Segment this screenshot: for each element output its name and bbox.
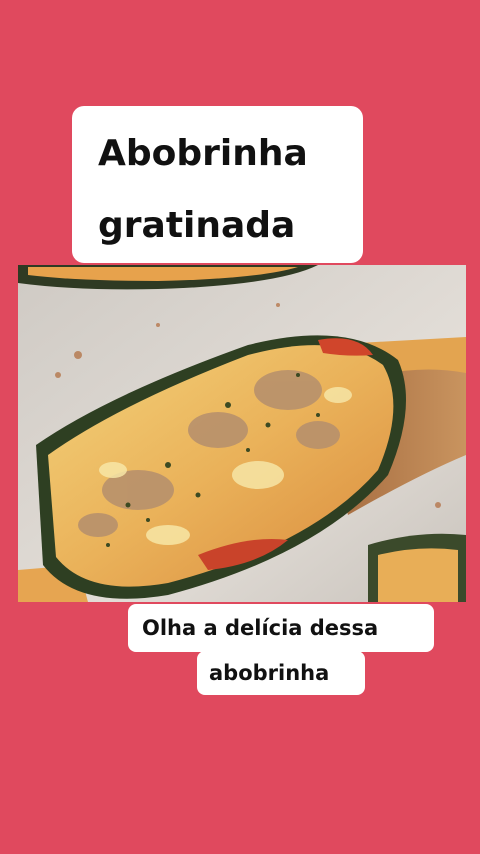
food-photo bbox=[18, 265, 466, 602]
caption-line-2: abobrinha bbox=[209, 661, 330, 685]
title-line-1: Abobrinha bbox=[98, 133, 308, 174]
caption-line-1-box: Olha a delícia dessa bbox=[128, 604, 434, 652]
caption-line-1: Olha a delícia dessa bbox=[142, 616, 379, 640]
title-card: Abobrinha gratinada bbox=[72, 106, 363, 263]
caption-line-2-box: abobrinha bbox=[197, 651, 365, 695]
title-line-2: gratinada bbox=[98, 205, 296, 246]
gratin-zucchini-illustration bbox=[18, 265, 466, 602]
